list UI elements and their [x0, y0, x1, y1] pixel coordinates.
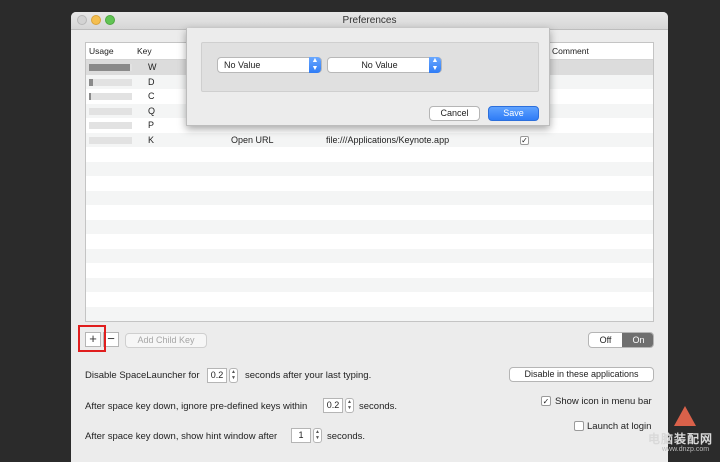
key-cell: Q — [148, 105, 156, 116]
table-row[interactable] — [86, 190, 653, 205]
cancel-button[interactable]: Cancel — [429, 106, 480, 121]
action-target-value: No Value — [361, 60, 398, 70]
usage-bar — [89, 122, 132, 129]
popup-arrows-icon: ▲ ▼ — [309, 57, 321, 73]
table-row[interactable]: K Open URL file:///Applications/Keynote.ap… — [86, 132, 653, 147]
ignore-suffix: seconds. — [359, 401, 398, 412]
usage-bar-fill — [89, 93, 92, 100]
show-icon-checkbox[interactable]: ✓ — [541, 396, 551, 406]
table-row[interactable] — [86, 234, 653, 249]
save-button[interactable]: Save — [488, 106, 539, 121]
table-row[interactable] — [86, 205, 653, 220]
usage-bar — [89, 78, 132, 86]
stepper-arrows-icon[interactable]: ▲ ▼ — [229, 368, 238, 383]
watermark-text: 电脑装配网 — [648, 432, 714, 446]
table-row[interactable] — [86, 248, 653, 263]
table-row[interactable] — [86, 277, 653, 292]
usage-bar-fill — [89, 64, 130, 71]
edit-action-sheet: No Value ▲ ▼ No Value ▲ ▼ Cancel Save — [186, 28, 550, 126]
watermark-subtext: www.dnzp.com — [662, 446, 710, 453]
add-child-key-button[interactable]: Add Child Key — [125, 333, 207, 348]
action-type-value: No Value — [224, 60, 261, 70]
key-cell: D — [148, 76, 155, 87]
disable-seconds-value[interactable]: 0.2 — [207, 368, 227, 383]
watermark-logo-icon — [674, 406, 696, 426]
usage-bar — [89, 64, 132, 71]
table-row[interactable] — [86, 263, 653, 278]
disable-label: Disable SpaceLauncher for — [85, 370, 200, 381]
launch-login-label: Launch at login — [587, 421, 652, 432]
target-cell: file:///Applications/Keynote.app — [326, 134, 450, 145]
action-cell: Open URL — [231, 134, 274, 145]
table-row[interactable] — [86, 292, 653, 307]
hint-suffix: seconds. — [327, 431, 366, 442]
show-icon-label: Show icon in menu bar — [555, 396, 652, 407]
hint-label: After space key down, show hint window a… — [85, 431, 278, 442]
stepper-arrows-icon[interactable]: ▲ ▼ — [313, 428, 322, 443]
usage-bar-fill — [89, 78, 94, 86]
enabled-checkbox[interactable]: ✓ — [520, 135, 529, 145]
disable-suffix: seconds after your last typing. — [245, 370, 372, 381]
popup-arrows-icon: ▲ ▼ — [429, 57, 441, 73]
checkmark-icon: ✓ — [542, 397, 550, 406]
sheet-content-box: No Value ▲ ▼ No Value ▲ ▼ — [201, 42, 539, 92]
key-cell: K — [148, 134, 155, 145]
usage-bar — [89, 107, 132, 115]
toggle-off[interactable]: Off — [589, 333, 622, 347]
key-cell: C — [148, 91, 155, 101]
hint-seconds-value[interactable]: 1 — [291, 428, 311, 443]
table-row[interactable] — [86, 176, 653, 191]
table-row[interactable] — [86, 306, 653, 321]
column-usage[interactable]: Usage — [89, 46, 114, 56]
table-row[interactable] — [86, 147, 653, 162]
toggle-on[interactable]: On — [622, 333, 653, 347]
highlight-box — [78, 325, 106, 352]
table-row[interactable] — [86, 219, 653, 234]
action-type-popup[interactable]: No Value ▲ ▼ — [217, 57, 322, 73]
window-title: Preferences — [342, 15, 397, 26]
action-target-popup[interactable]: No Value ▲ ▼ — [327, 57, 442, 73]
launch-login-checkbox[interactable] — [574, 421, 584, 431]
ignore-label: After space key down, ignore pre-defined… — [85, 401, 308, 412]
disable-apps-button[interactable]: Disable in these applications — [509, 367, 654, 382]
key-cell: P — [148, 120, 155, 130]
key-cell: W — [148, 62, 157, 72]
ignore-seconds-value[interactable]: 0.2 — [323, 398, 343, 413]
usage-bar — [89, 93, 132, 100]
usage-bar — [89, 136, 132, 144]
column-comment[interactable]: Comment — [552, 46, 589, 56]
table-row[interactable] — [86, 161, 653, 176]
stepper-arrows-icon[interactable]: ▲ ▼ — [345, 398, 354, 413]
column-key[interactable]: Key — [137, 46, 152, 56]
enable-toggle[interactable]: Off On — [588, 332, 654, 348]
